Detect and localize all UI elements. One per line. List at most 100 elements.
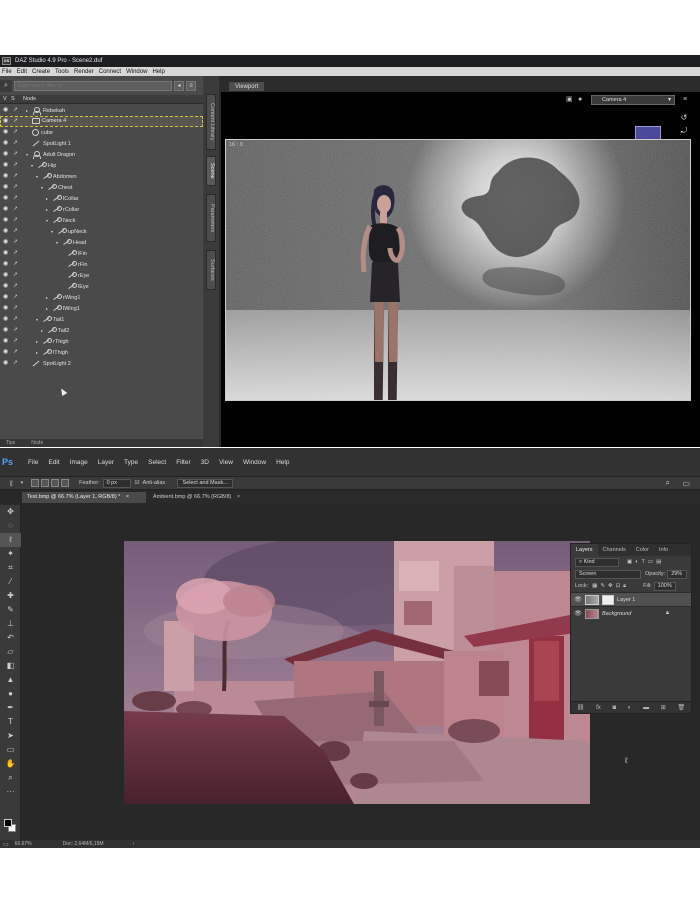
eye-icon[interactable]: ◉	[3, 349, 10, 355]
scene-node[interactable]: ◉ ➚ ▸ rCollar	[0, 204, 203, 215]
pointer-icon[interactable]: ➚	[13, 293, 21, 301]
ps-menu-image[interactable]: Image	[70, 459, 88, 466]
clone-stamp-icon[interactable]: ⊥	[0, 617, 21, 631]
layer-item-background[interactable]: 👁︎ Background 🔒︎	[571, 606, 691, 620]
eye-icon[interactable]: ◉	[3, 272, 10, 278]
menu-lines-icon[interactable]: ≡	[683, 96, 691, 104]
scene-node[interactable]: ◉ ➚ SpotLight 1	[0, 138, 203, 149]
pointer-icon[interactable]: ➚	[13, 117, 21, 125]
add-selection-icon[interactable]	[41, 479, 50, 487]
tab-viewport[interactable]: Viewport	[228, 81, 266, 91]
type-tool-icon[interactable]: T	[0, 715, 21, 729]
adjustment-icon[interactable]: ◐	[628, 705, 632, 711]
pointer-icon[interactable]: ➚	[13, 183, 21, 191]
dodge-tool-icon[interactable]: ●	[0, 687, 21, 701]
image-icon[interactable]: ▣	[566, 96, 574, 104]
eye-icon[interactable]: ◉	[3, 118, 10, 124]
tab-parameters[interactable]: Parameters	[206, 194, 216, 242]
zoom-level[interactable]: 66.67%	[15, 841, 63, 847]
pointer-icon[interactable]: ➚	[13, 139, 21, 147]
eye-icon[interactable]: ◉	[3, 195, 10, 201]
mask-icon[interactable]: ◙	[612, 705, 616, 711]
column-visible[interactable]: V	[0, 96, 8, 102]
ps-menu-edit[interactable]: Edit	[48, 459, 59, 466]
scene-node[interactable]: ◉ ➚ ▾ Tail1	[0, 314, 203, 325]
shape-tool-icon[interactable]: ▭	[0, 743, 21, 757]
more-tools-icon[interactable]: ···	[0, 785, 21, 799]
pointer-icon[interactable]: ➚	[13, 205, 21, 213]
scene-node[interactable]: ◉ ➚ ▸ rThigh	[0, 336, 203, 347]
ps-menu-filter[interactable]: Filter	[176, 459, 190, 466]
magic-wand-icon[interactable]: ✦	[0, 547, 21, 561]
pointer-icon[interactable]: ➚	[13, 172, 21, 180]
scene-node[interactable]: ◉ ➚ lFin	[0, 248, 203, 259]
pointer-icon[interactable]: ➚	[13, 326, 21, 334]
healing-brush-icon[interactable]: ✚	[0, 589, 21, 603]
blur-tool-icon[interactable]: ▲	[0, 673, 21, 687]
chevron-right-icon[interactable]: ›	[133, 841, 135, 847]
pointer-icon[interactable]: ➚	[13, 348, 21, 356]
feather-input[interactable]: 0 px	[102, 478, 131, 488]
scene-node[interactable]: ◉ ➚ ▸ lCollar	[0, 193, 203, 204]
crop-tool-icon[interactable]: ⌗	[0, 561, 21, 575]
tab-channels[interactable]: Channels	[598, 544, 631, 556]
viewport[interactable]: ▣ ● Camera 4 ≡ ↺ ⤾ ✥ ✛ ⌕ ⌕ ↻	[221, 92, 700, 447]
column-node[interactable]: Node	[18, 96, 36, 102]
pointer-icon[interactable]: ➚	[13, 238, 21, 246]
lasso-tool-icon[interactable]: ℓ	[0, 533, 21, 547]
scene-node[interactable]: ◉ ➚ SpotLight 2	[0, 358, 203, 369]
tab-color[interactable]: Color	[631, 544, 654, 556]
eyedropper-icon[interactable]: ⁄	[0, 575, 21, 589]
scene-node[interactable]: ◉ ➚ ▾ Hip	[0, 160, 203, 171]
doc-tab-test[interactable]: Test.bmp @ 66.7% (Layer 1, RGB/8) * ×	[22, 492, 146, 503]
scene-filter-input[interactable]	[14, 81, 172, 91]
scene-node[interactable]: ◉ ➚ cube	[0, 127, 203, 138]
opacity-input[interactable]: 29%	[667, 569, 688, 579]
layer-name[interactable]: Background	[602, 611, 666, 617]
ps-menu-layer[interactable]: Layer	[98, 459, 114, 466]
blend-mode-select[interactable]: Screen	[575, 569, 641, 579]
eye-icon[interactable]: ◉	[3, 107, 10, 113]
eye-icon[interactable]: ◉	[3, 129, 10, 135]
pointer-icon[interactable]: ➚	[13, 359, 21, 367]
layer-kind-filter[interactable]: ⌕ Kind	[575, 557, 619, 567]
pointer-icon[interactable]: ➚	[13, 315, 21, 323]
zoom-tool-icon[interactable]: ⌕	[0, 771, 21, 785]
intersect-selection-icon[interactable]	[61, 479, 70, 487]
filter-type-icons[interactable]: ▣◐T▭▤	[627, 559, 664, 565]
eye-icon[interactable]: ◉	[3, 294, 10, 300]
daz-menu-help[interactable]: Help	[152, 69, 164, 75]
ps-menu-window[interactable]: Window	[243, 459, 266, 466]
path-select-icon[interactable]: ➤	[0, 729, 21, 743]
daz-menu-render[interactable]: Render	[74, 69, 94, 75]
eye-icon[interactable]: ◉	[3, 173, 10, 179]
chevron-down-icon[interactable]: ▾	[21, 480, 24, 486]
daz-menu-window[interactable]: Window	[126, 69, 147, 75]
fill-input[interactable]: 100%	[653, 581, 676, 591]
brush-tool-icon[interactable]: ✎	[0, 603, 21, 617]
daz-menu-edit[interactable]: Edit	[17, 69, 27, 75]
scene-node[interactable]: ◉ ➚ ▸ lThigh	[0, 347, 203, 358]
select-and-mask-button[interactable]: Select and Mask...	[177, 478, 234, 488]
daz-menu-connect[interactable]: Connect	[99, 69, 121, 75]
camera-select[interactable]: Camera 4	[591, 95, 675, 105]
daz-menu-create[interactable]: Create	[32, 69, 50, 75]
tab-scene[interactable]: Scene	[206, 156, 216, 186]
new-layer-icon[interactable]: ⊞	[661, 704, 666, 711]
scene-node[interactable]: ◉ ➚ ▸ rWing1	[0, 292, 203, 303]
eye-icon[interactable]: ◉	[3, 140, 10, 146]
scene-node[interactable]: ◉ ➚ ▸ Tail2	[0, 325, 203, 336]
workspace-icon[interactable]: ▭	[682, 479, 690, 488]
eye-icon[interactable]: ◉	[3, 316, 10, 322]
search-icon[interactable]: ⌕	[666, 478, 670, 488]
pointer-icon[interactable]: ➚	[13, 227, 21, 235]
subtract-selection-icon[interactable]	[51, 479, 60, 487]
eye-icon[interactable]: ◉	[3, 217, 10, 223]
daz-menu-file[interactable]: File	[2, 69, 12, 75]
daz-menu-tools[interactable]: Tools	[55, 69, 69, 75]
close-icon[interactable]: ×	[237, 494, 240, 500]
tab-surfaces[interactable]: Surfaces	[206, 250, 216, 290]
pointer-icon[interactable]: ➚	[13, 271, 21, 279]
scene-node[interactable]: ◉ ➚ ▾ Adult Dragon	[0, 149, 203, 160]
link-icon[interactable]: ⛓	[577, 704, 585, 711]
